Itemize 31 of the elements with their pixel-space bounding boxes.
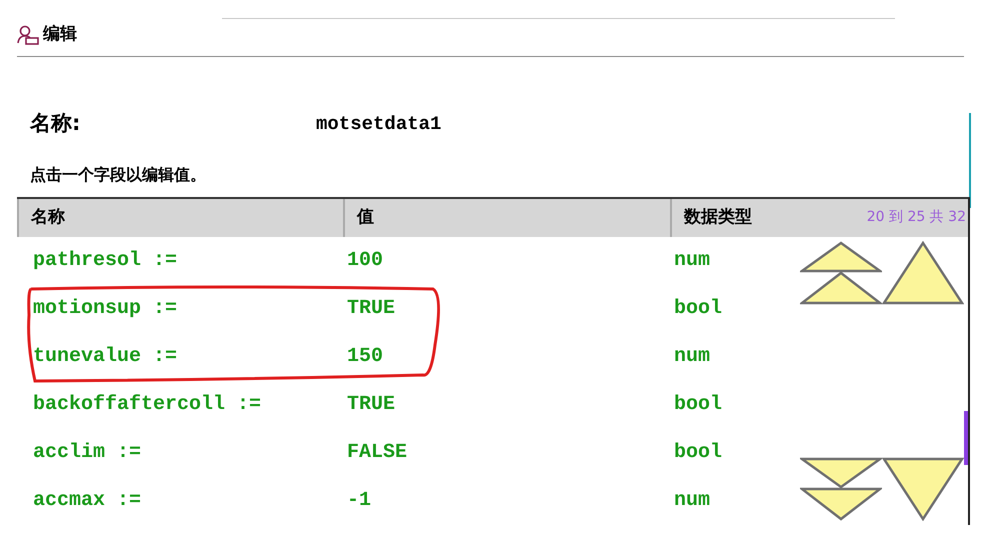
name-label: 名称: bbox=[30, 110, 82, 138]
column-header: 名称 bbox=[17, 199, 343, 237]
field-name[interactable]: pathresol := bbox=[17, 246, 343, 276]
field-name[interactable]: accmax := bbox=[17, 486, 343, 516]
field-type: bool bbox=[673, 392, 722, 418]
field-type: num bbox=[673, 488, 710, 514]
column-header: 值 bbox=[343, 199, 670, 237]
scroll-indicator bbox=[964, 411, 968, 465]
field-value[interactable]: TRUE bbox=[343, 294, 670, 324]
instruction-text: 点击一个字段以编辑值。 bbox=[30, 164, 207, 186]
scroll-up-icon[interactable] bbox=[882, 241, 964, 305]
field-name[interactable]: tunevalue := bbox=[17, 342, 343, 372]
name-value: motsetdata1 bbox=[316, 112, 442, 137]
field-value[interactable]: TRUE bbox=[343, 390, 670, 420]
page-up-icon[interactable] bbox=[800, 241, 882, 305]
user-edit-icon bbox=[17, 25, 39, 45]
field-value[interactable]: -1 bbox=[343, 486, 670, 516]
field-type: bool bbox=[673, 440, 722, 466]
scroll-down-icon[interactable] bbox=[882, 457, 964, 521]
page-down-icon[interactable] bbox=[800, 457, 882, 521]
field-type: num bbox=[673, 248, 710, 274]
field-value[interactable]: 100 bbox=[343, 246, 670, 276]
panel-title: 编辑 bbox=[43, 23, 77, 46]
field-value[interactable]: 150 bbox=[343, 342, 670, 372]
field-name[interactable]: backoffaftercoll := bbox=[17, 390, 343, 420]
field-type: num bbox=[673, 344, 710, 370]
field-value[interactable]: FALSE bbox=[343, 438, 670, 468]
page-range: 20 到 25 共 32 bbox=[866, 208, 966, 227]
field-type: bool bbox=[673, 296, 722, 322]
field-name[interactable]: acclim := bbox=[17, 438, 343, 468]
field-name[interactable]: motionsup := bbox=[17, 294, 343, 324]
